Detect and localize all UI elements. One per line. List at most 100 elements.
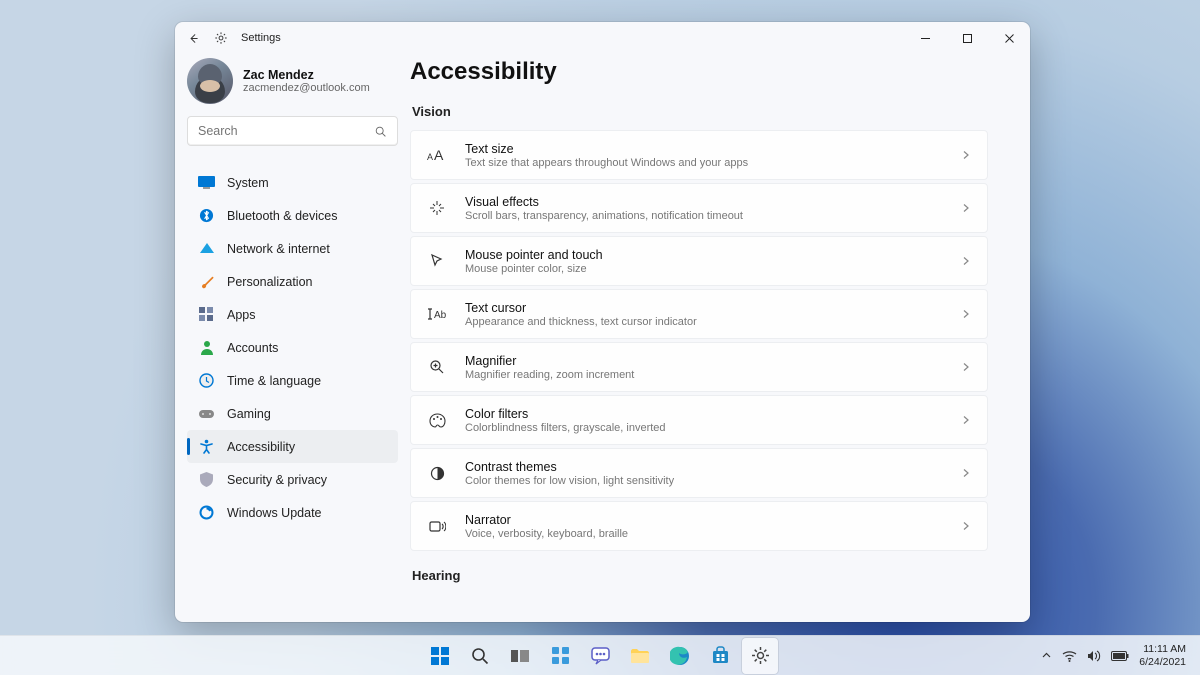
search-input[interactable] [198,124,374,138]
display-icon [198,174,215,191]
card-subtitle: Text size that appears throughout Window… [465,157,961,169]
card-subtitle: Mouse pointer color, size [465,263,961,275]
settings-window: Settings Zac Mendez zacmendez@outlook.co… [175,22,1030,622]
search-icon [374,125,387,138]
sidebar-item-label: Security & privacy [227,473,327,487]
user-email: zacmendez@outlook.com [243,82,370,94]
tray-time: 11:11 AM [1139,643,1186,655]
shield-icon [198,471,215,488]
sidebar-item-gaming[interactable]: Gaming [187,397,398,430]
card-subtitle: Scroll bars, transparency, animations, n… [465,210,961,222]
card-title: Narrator [465,513,961,527]
chevron-up-icon[interactable] [1041,650,1052,661]
text-cursor-icon: Ab [427,304,447,324]
avatar [187,58,233,104]
brush-icon [198,273,215,290]
setting-visual-effects[interactable]: Visual effectsScroll bars, transparency,… [410,183,988,233]
chevron-right-icon [961,362,971,372]
minimize-button[interactable] [904,23,946,53]
setting-text-cursor[interactable]: Ab Text cursorAppearance and thickness, … [410,289,988,339]
clock-icon [198,372,215,389]
sidebar-item-label: Accessibility [227,440,295,454]
sidebar-item-personalization[interactable]: Personalization [187,265,398,298]
setting-magnifier[interactable]: MagnifierMagnifier reading, zoom increme… [410,342,988,392]
sidebar-item-accessibility[interactable]: Accessibility [187,430,398,463]
card-subtitle: Appearance and thickness, text cursor in… [465,316,961,328]
volume-tray-icon[interactable] [1087,650,1101,662]
taskbar-settings[interactable] [742,638,778,674]
titlebar: Settings [175,22,1030,54]
sidebar-item-label: Time & language [227,374,321,388]
palette-icon [427,410,447,430]
sidebar-item-update[interactable]: Windows Update [187,496,398,529]
sidebar-item-label: System [227,176,269,190]
back-button[interactable] [181,26,205,50]
taskbar-taskview[interactable] [502,638,538,674]
sidebar-item-accounts[interactable]: Accounts [187,331,398,364]
user-account[interactable]: Zac Mendez zacmendez@outlook.com [187,58,398,116]
sidebar-item-security[interactable]: Security & privacy [187,463,398,496]
sidebar-item-label: Bluetooth & devices [227,209,338,223]
setting-contrast-themes[interactable]: Contrast themesColor themes for low visi… [410,448,988,498]
contrast-icon [427,463,447,483]
update-icon [198,504,215,521]
taskbar: 11:11 AM 6/24/2021 [0,635,1200,675]
sparkle-icon [427,198,447,218]
card-subtitle: Voice, verbosity, keyboard, braille [465,528,961,540]
setting-mouse-pointer[interactable]: Mouse pointer and touchMouse pointer col… [410,236,988,286]
sidebar-item-apps[interactable]: Apps [187,298,398,331]
sidebar-item-bluetooth[interactable]: Bluetooth & devices [187,199,398,232]
setting-text-size[interactable]: AA Text sizeText size that appears throu… [410,130,988,180]
card-subtitle: Colorblindness filters, grayscale, inver… [465,422,961,434]
chevron-right-icon [961,415,971,425]
wifi-tray-icon[interactable] [1062,650,1077,662]
taskbar-start[interactable] [422,638,458,674]
settings-icon [209,26,233,50]
app-title: Settings [241,32,281,44]
sidebar: Zac Mendez zacmendez@outlook.com System … [175,54,410,622]
section-vision-header: Vision [412,104,988,119]
card-title: Text size [465,142,961,156]
apps-icon [198,306,215,323]
card-title: Visual effects [465,195,961,209]
sidebar-item-label: Accounts [227,341,278,355]
wifi-icon [198,240,215,257]
taskbar-edge[interactable] [662,638,698,674]
sidebar-item-label: Windows Update [227,506,322,520]
battery-tray-icon[interactable] [1111,651,1129,661]
gear-icon [751,646,770,665]
taskbar-search[interactable] [462,638,498,674]
tray-date: 6/24/2021 [1139,656,1186,668]
accessibility-icon [198,438,215,455]
sidebar-item-label: Personalization [227,275,312,289]
setting-narrator[interactable]: NarratorVoice, verbosity, keyboard, brai… [410,501,988,551]
card-title: Text cursor [465,301,961,315]
taskbar-store[interactable] [702,638,738,674]
taskbar-widgets[interactable] [542,638,578,674]
section-hearing-header: Hearing [412,568,988,583]
person-icon [198,339,215,356]
chevron-right-icon [961,309,971,319]
card-title: Mouse pointer and touch [465,248,961,262]
sidebar-item-time[interactable]: Time & language [187,364,398,397]
card-subtitle: Color themes for low vision, light sensi… [465,475,961,487]
sidebar-item-network[interactable]: Network & internet [187,232,398,265]
sidebar-item-system[interactable]: System [187,166,398,199]
narrator-icon [427,516,447,536]
tray-clock[interactable]: 11:11 AM 6/24/2021 [1139,643,1186,667]
magnifier-icon [427,357,447,377]
maximize-button[interactable] [946,23,988,53]
chevron-right-icon [961,256,971,266]
setting-color-filters[interactable]: Color filtersColorblindness filters, gra… [410,395,988,445]
close-button[interactable] [988,23,1030,53]
search-box[interactable] [187,116,398,146]
taskbar-chat[interactable] [582,638,618,674]
gamepad-icon [198,405,215,422]
taskbar-explorer[interactable] [622,638,658,674]
sidebar-item-label: Network & internet [227,242,330,256]
main-content: Accessibility Vision AA Text sizeText si… [410,54,1030,622]
chevron-right-icon [961,203,971,213]
chevron-right-icon [961,150,971,160]
back-arrow-icon [187,32,200,45]
card-title: Color filters [465,407,961,421]
